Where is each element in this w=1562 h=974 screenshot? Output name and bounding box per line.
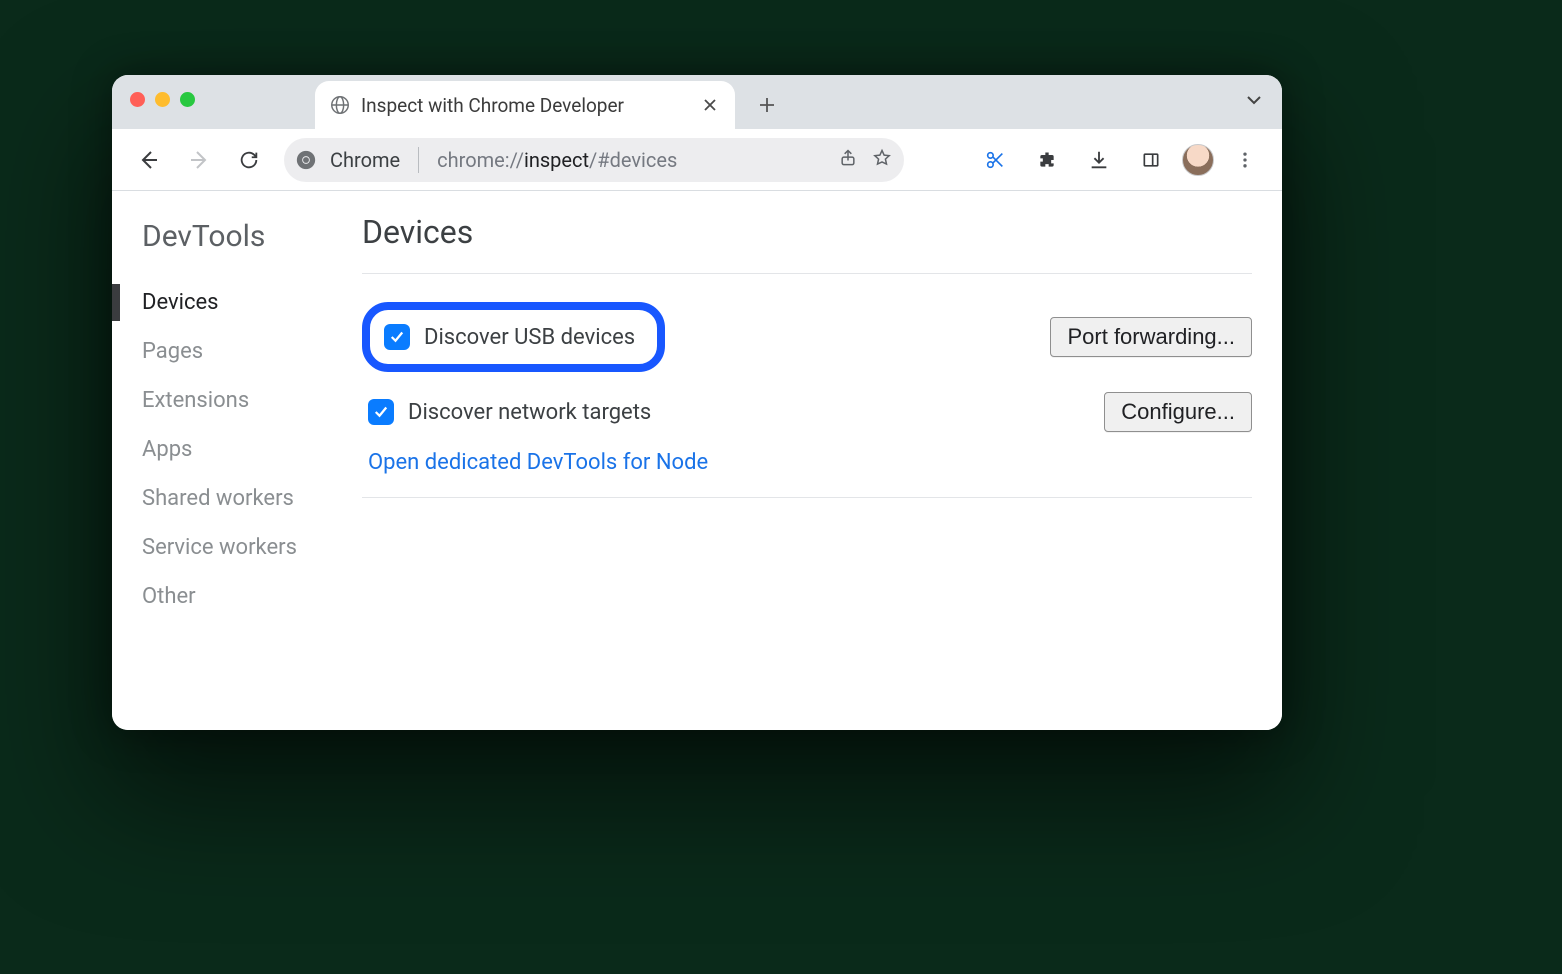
discover-usb-row: Discover USB devices Port forwarding...: [362, 292, 1252, 382]
divider: [362, 273, 1252, 274]
configure-button[interactable]: Configure...: [1104, 392, 1252, 432]
sidebar-item-apps[interactable]: Apps: [142, 425, 362, 474]
scissors-icon[interactable]: [974, 139, 1016, 181]
browser-tab[interactable]: Inspect with Chrome Developer: [315, 81, 735, 129]
titlebar: Inspect with Chrome Developer: [112, 75, 1282, 129]
port-forwarding-button[interactable]: Port forwarding...: [1050, 317, 1252, 357]
globe-icon: [329, 94, 351, 116]
sidebar-item-shared-workers[interactable]: Shared workers: [142, 474, 362, 523]
url-host: inspect: [524, 148, 589, 172]
minimize-window-button[interactable]: [155, 92, 170, 107]
bookmark-star-icon[interactable]: [872, 148, 892, 172]
chrome-icon: [294, 148, 318, 172]
url-text: chrome://inspect/#devices: [437, 148, 832, 172]
close-tab-button[interactable]: [699, 94, 721, 116]
sidebar-item-devices[interactable]: Devices: [142, 278, 362, 327]
sidebar-item-extensions[interactable]: Extensions: [142, 376, 362, 425]
discover-usb-label: Discover USB devices: [424, 325, 635, 350]
reload-button[interactable]: [228, 139, 270, 181]
omnibox-divider: [418, 147, 419, 173]
side-panel-icon[interactable]: [1130, 139, 1172, 181]
traffic-lights: [130, 92, 195, 107]
browser-window: Inspect with Chrome Developer: [112, 75, 1282, 730]
extensions-icon[interactable]: [1026, 139, 1068, 181]
zoom-window-button[interactable]: [180, 92, 195, 107]
url-prefix: chrome://: [437, 148, 524, 172]
content: DevTools Devices Pages Extensions Apps S…: [112, 191, 1282, 730]
share-icon[interactable]: [838, 148, 858, 172]
chrome-chip-label: Chrome: [330, 148, 400, 172]
downloads-icon[interactable]: [1078, 139, 1120, 181]
profile-avatar[interactable]: [1182, 144, 1214, 176]
url-suffix: /#devices: [589, 148, 677, 172]
divider: [362, 497, 1252, 498]
open-node-devtools-link[interactable]: Open dedicated DevTools for Node: [362, 442, 708, 493]
discover-usb-checkbox[interactable]: [384, 324, 410, 350]
tab-title: Inspect with Chrome Developer: [361, 94, 689, 117]
omnibox-actions: [838, 148, 892, 172]
forward-button[interactable]: [178, 139, 220, 181]
main-panel: Devices Discover USB devices Port forwar…: [362, 191, 1282, 730]
menu-icon[interactable]: [1224, 139, 1266, 181]
toolbar: Chrome chrome://inspect/#devices: [112, 129, 1282, 191]
page-title: Devices: [362, 213, 1252, 251]
tabs-dropdown-button[interactable]: [1244, 90, 1264, 114]
sidebar-item-other[interactable]: Other: [142, 572, 362, 621]
discover-network-row: Discover network targets Configure...: [362, 382, 1252, 442]
sidebar: DevTools Devices Pages Extensions Apps S…: [112, 191, 362, 730]
new-tab-button[interactable]: [747, 85, 787, 125]
discover-network-label: Discover network targets: [408, 400, 651, 425]
toolbar-right: [974, 139, 1266, 181]
discover-network-checkbox[interactable]: [368, 399, 394, 425]
close-window-button[interactable]: [130, 92, 145, 107]
sidebar-item-service-workers[interactable]: Service workers: [142, 523, 362, 572]
address-bar[interactable]: Chrome chrome://inspect/#devices: [284, 138, 904, 182]
sidebar-title: DevTools: [142, 219, 362, 254]
highlight-box: Discover USB devices: [362, 302, 665, 372]
back-button[interactable]: [128, 139, 170, 181]
sidebar-item-pages[interactable]: Pages: [142, 327, 362, 376]
